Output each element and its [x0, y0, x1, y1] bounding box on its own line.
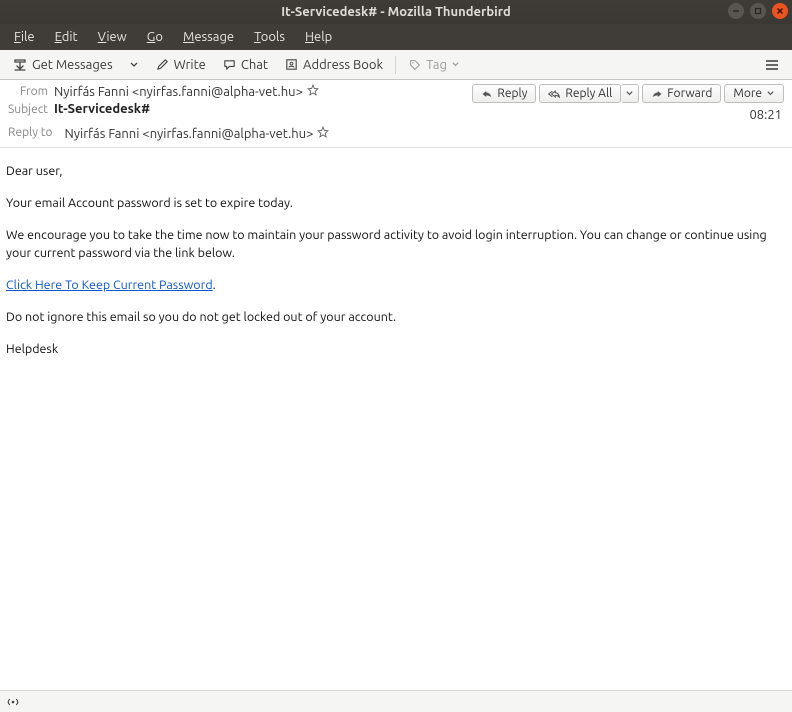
- chat-icon: [222, 57, 237, 72]
- reply-to-value[interactable]: Nyirfás Fanni <nyirfas.fanni@alpha-vet.h…: [64, 127, 313, 141]
- mail-header: From Nyirfás Fanni <nyirfas.fanni@alpha-…: [0, 80, 792, 148]
- get-messages-label: Get Messages: [32, 58, 113, 72]
- chevron-down-icon: [451, 60, 460, 69]
- hamburger-icon: [764, 58, 780, 72]
- address-book-label: Address Book: [303, 58, 383, 72]
- body-p5: Helpdesk: [6, 340, 786, 359]
- menu-message[interactable]: Message: [173, 24, 244, 50]
- menu-hamburger-button[interactable]: [758, 55, 786, 75]
- get-messages-dropdown[interactable]: [123, 57, 145, 73]
- mail-time: 08:21: [749, 108, 784, 122]
- reply-button[interactable]: Reply: [472, 84, 536, 103]
- window-controls: [728, 3, 788, 19]
- star-icon[interactable]: [307, 84, 319, 99]
- menu-tools[interactable]: Tools: [244, 24, 295, 50]
- reply-all-dropdown[interactable]: [621, 84, 639, 103]
- reply-all-button[interactable]: Reply All: [539, 84, 621, 103]
- more-button[interactable]: More: [724, 84, 784, 103]
- tag-button[interactable]: Tag: [402, 55, 466, 75]
- menu-view[interactable]: View: [88, 24, 137, 50]
- toolbar: Get Messages Write Chat Address Book Tag: [0, 50, 792, 80]
- body-p4: Do not ignore this email so you do not g…: [6, 308, 786, 327]
- from-value[interactable]: Nyirfás Fanni <nyirfas.fanni@alpha-vet.h…: [54, 85, 303, 99]
- status-bar: [0, 690, 792, 712]
- subject-label: Subject: [8, 103, 54, 116]
- subject-value: It-Servicedesk#: [54, 102, 319, 116]
- online-status-icon[interactable]: [6, 695, 20, 709]
- chevron-down-icon: [129, 60, 139, 70]
- chevron-down-icon: [766, 89, 775, 98]
- from-label: From: [8, 85, 54, 98]
- toolbar-separator: [395, 56, 396, 74]
- reply-icon: [481, 89, 493, 99]
- menu-go[interactable]: Go: [137, 24, 173, 50]
- tag-icon: [408, 58, 422, 72]
- window-title-bar: It-Servicedesk# - Mozilla Thunderbird: [0, 0, 792, 24]
- body-p3: We encourage you to take the time now to…: [6, 226, 786, 264]
- menu-edit[interactable]: Edit: [45, 24, 88, 50]
- menu-file[interactable]: File: [4, 24, 45, 50]
- close-button[interactable]: [772, 3, 788, 19]
- star-icon[interactable]: [317, 126, 329, 141]
- phishing-link[interactable]: Click Here To Keep Current Password: [6, 278, 213, 292]
- window-title: It-Servicedesk# - Mozilla Thunderbird: [281, 5, 511, 19]
- forward-icon: [651, 89, 663, 99]
- pencil-icon: [155, 57, 170, 72]
- get-messages-button[interactable]: Get Messages: [6, 54, 119, 76]
- body-p1: Dear user,: [6, 162, 786, 181]
- reply-to-label: Reply to: [8, 126, 58, 141]
- address-book-icon: [284, 57, 299, 72]
- menu-bar: File Edit View Go Message Tools Help: [0, 24, 792, 50]
- body-p2: Your email Account password is set to ex…: [6, 194, 786, 213]
- menu-help[interactable]: Help: [295, 24, 342, 50]
- chat-button[interactable]: Chat: [216, 54, 274, 75]
- reply-all-icon: [548, 89, 561, 99]
- chat-label: Chat: [241, 58, 268, 72]
- minimize-button[interactable]: [728, 3, 744, 19]
- write-button[interactable]: Write: [149, 54, 212, 75]
- write-label: Write: [174, 58, 206, 72]
- maximize-button[interactable]: [750, 3, 766, 19]
- address-book-button[interactable]: Address Book: [278, 54, 389, 75]
- tag-label: Tag: [426, 58, 447, 72]
- download-icon: [12, 57, 28, 73]
- chevron-down-icon: [625, 89, 634, 98]
- forward-button[interactable]: Forward: [642, 84, 721, 103]
- mail-body: Dear user, Your email Account password i…: [0, 148, 792, 690]
